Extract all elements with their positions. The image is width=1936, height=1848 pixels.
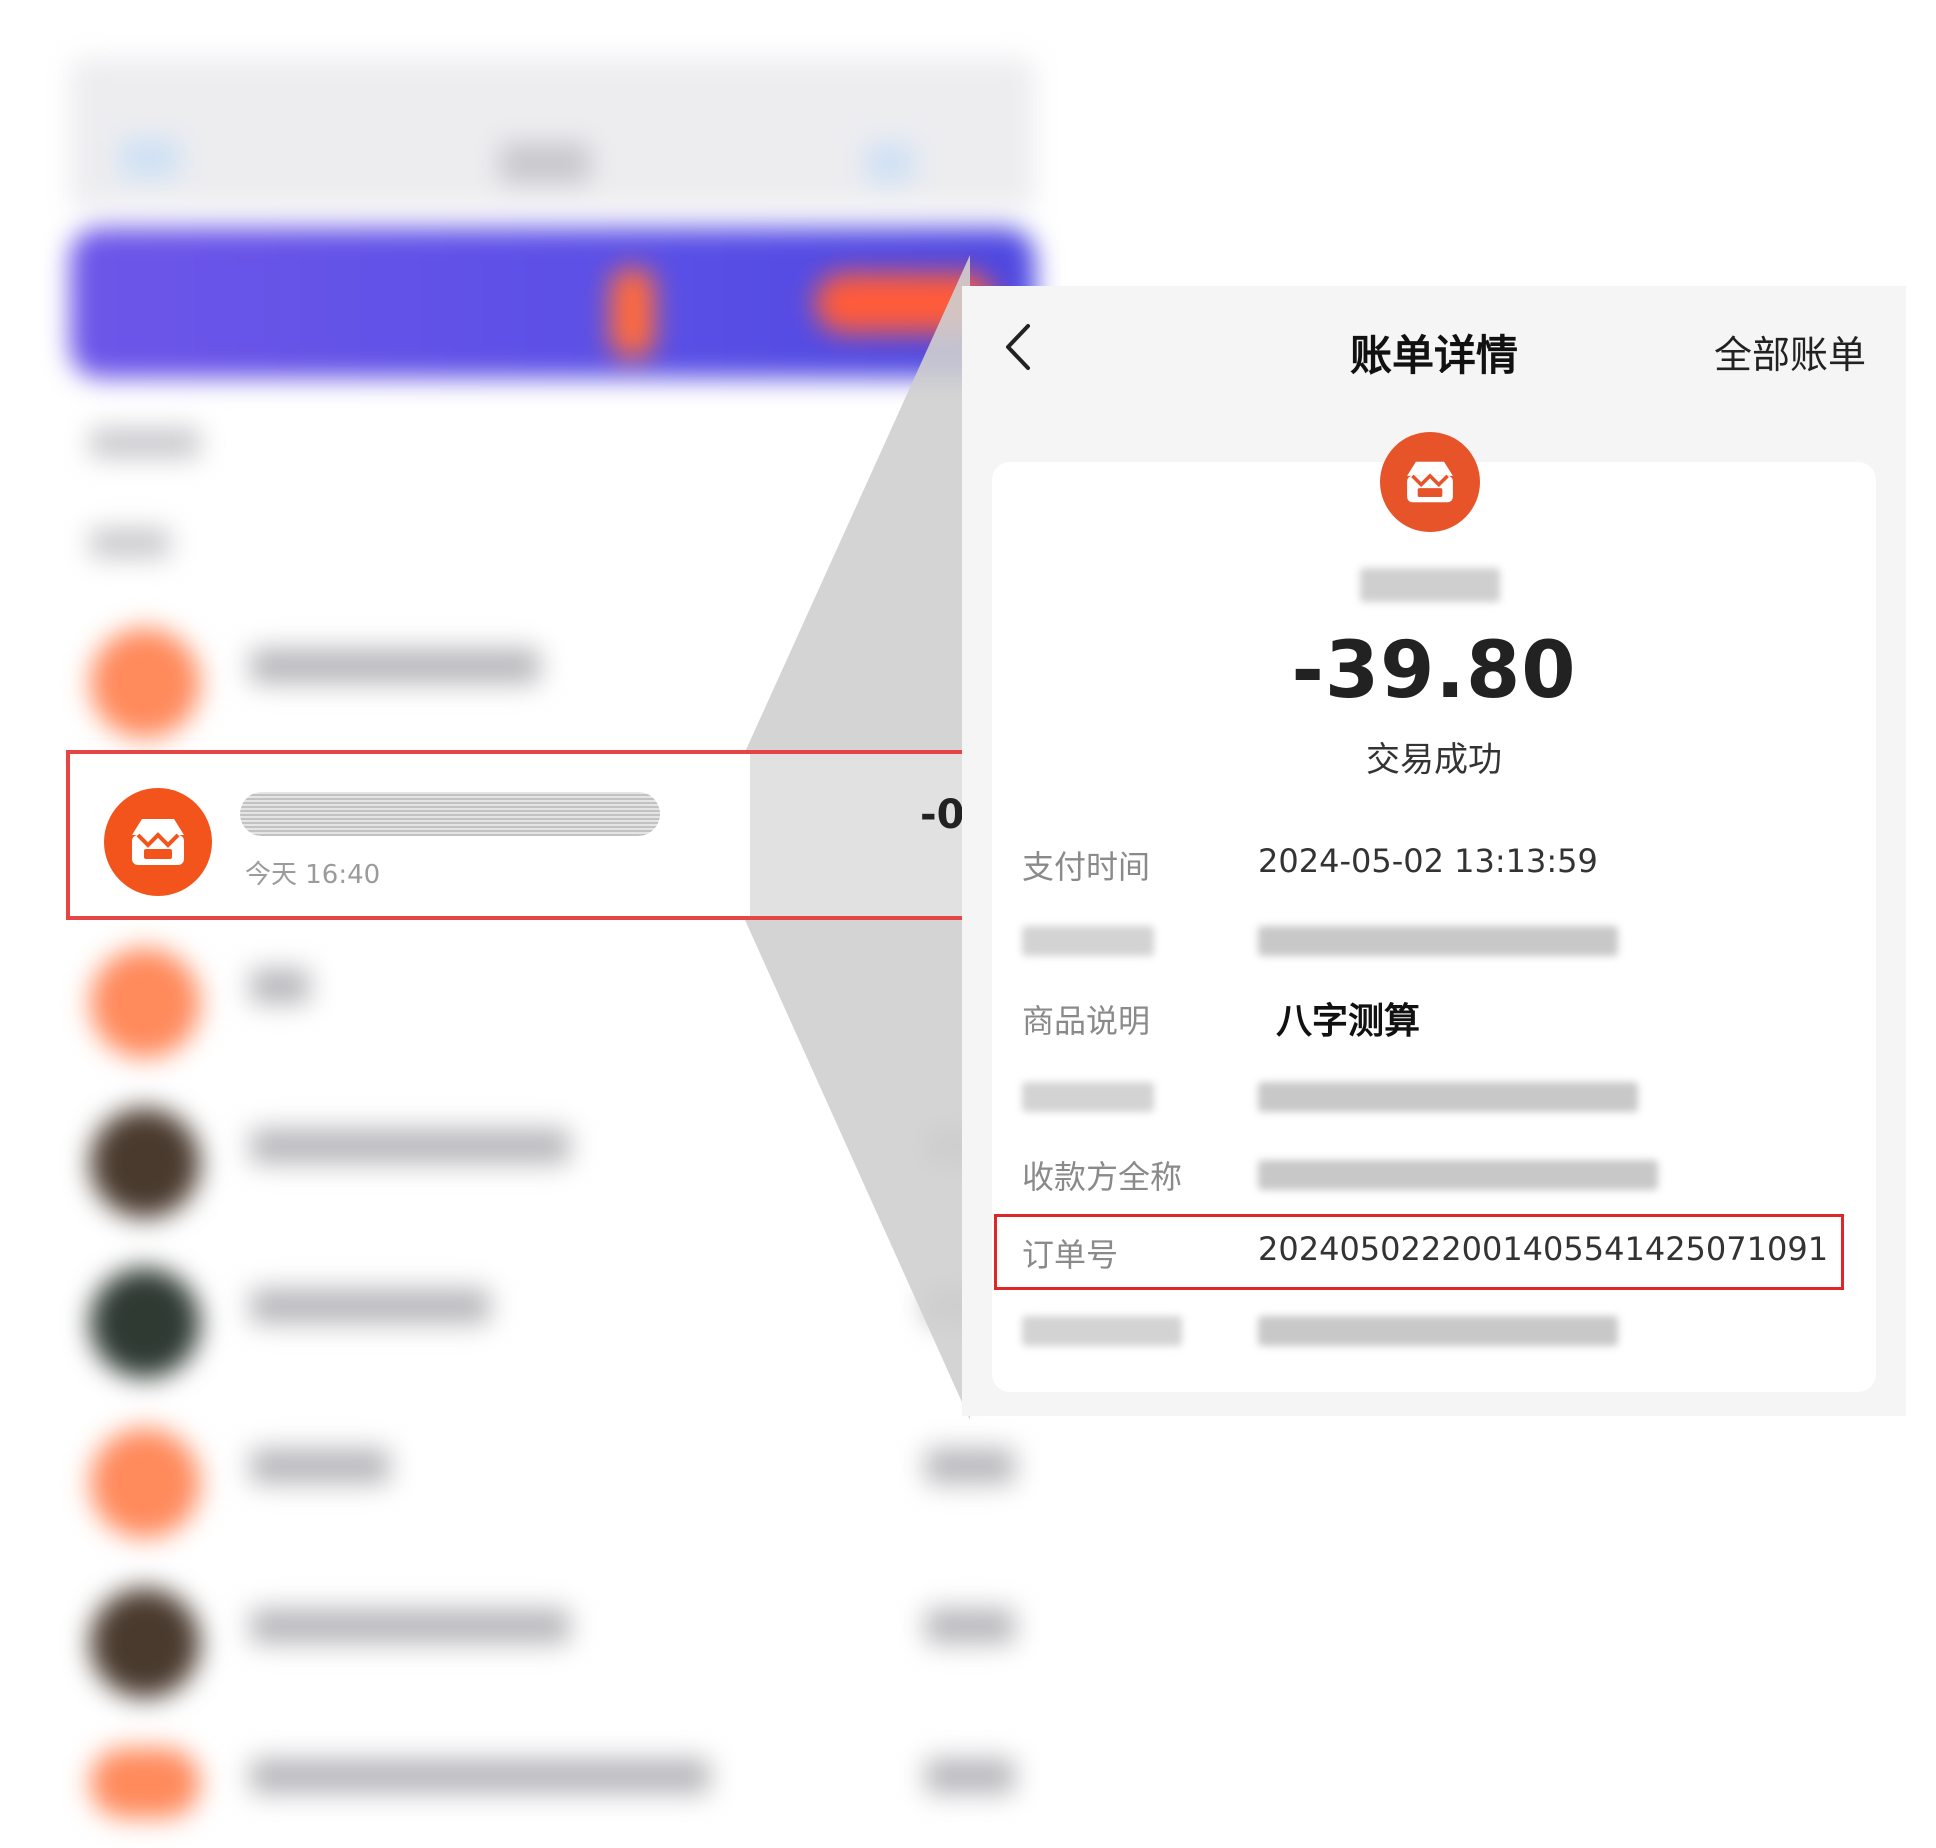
redacted-value [1258, 926, 1618, 956]
shop-icon [104, 788, 212, 896]
background-bill-list [70, 58, 1035, 1848]
background-top-bar [70, 58, 1035, 208]
order-value: 2024050222001405541425071091 [1258, 1230, 1829, 1268]
redacted-label [1022, 1082, 1154, 1112]
background-row-title [250, 1448, 390, 1484]
background-row-title [250, 1288, 490, 1324]
background-row-amount [925, 1608, 1015, 1644]
background-row-title [250, 968, 310, 1004]
detail-row-product: 商品说明 八字测算 [1022, 986, 1852, 1046]
background-section-label [90, 528, 170, 558]
background-avatar [90, 948, 200, 1058]
background-row-amount [925, 1448, 1015, 1484]
redacted-merchant-name [240, 792, 660, 836]
background-avatar [90, 1268, 200, 1378]
product-value: 八字测算 [1276, 1001, 1421, 1042]
redacted-merchant-name [1360, 568, 1500, 602]
bill-amount: -39.80 [1291, 626, 1577, 716]
product-label: 商品说明 [1022, 1002, 1151, 1040]
background-row-title [250, 1128, 570, 1164]
detail-row-payee: 收款方全称 [1022, 1142, 1852, 1202]
highlighted-transaction-row[interactable]: 今天 16:40 -0 [66, 750, 966, 920]
order-label: 订单号 [1022, 1236, 1119, 1274]
payee-label: 收款方全称 [1022, 1158, 1183, 1196]
detail-row-redacted [1022, 1298, 1852, 1358]
detail-row-redacted[interactable] [1022, 908, 1852, 968]
redacted-label [1022, 926, 1154, 956]
transaction-status: 交易成功 [1366, 740, 1502, 780]
transaction-time: 今天 16:40 [245, 860, 381, 890]
background-avatar [90, 1428, 200, 1538]
detail-row-pay-time: 支付时间 2024-05-02 13:13:59 [1022, 832, 1852, 892]
detail-row-redacted[interactable] [1022, 1064, 1852, 1124]
background-row-title [250, 1758, 710, 1794]
background-row-title [250, 648, 540, 684]
background-row-title [250, 1608, 570, 1644]
pay-time-label: 支付时间 [1022, 848, 1151, 886]
background-avatar [90, 628, 200, 738]
transaction-amount: -0 [920, 792, 965, 838]
redacted-label [1022, 1316, 1182, 1346]
merchant-shop-icon [1380, 432, 1480, 532]
redacted-value [1258, 1082, 1638, 1112]
background-avatar [90, 1748, 200, 1818]
background-avatar [90, 1108, 200, 1218]
all-bills-link[interactable]: 全部账单 [1714, 324, 1866, 379]
bill-detail-panel: 账单详情 全部账单 -39.80 交易成功 支付时间 2024-05-02 13… [962, 286, 1906, 1416]
redacted-value [1258, 1316, 1618, 1346]
redacted-payee-value [1258, 1160, 1658, 1190]
background-row-amount [925, 1758, 1015, 1794]
background-avatar [90, 1588, 200, 1698]
background-promo-banner [70, 228, 1035, 378]
detail-row-order: 订单号 2024050222001405541425071091 [1022, 1220, 1852, 1280]
background-month-label [90, 428, 200, 458]
pay-time-value: 2024-05-02 13:13:59 [1258, 842, 1598, 880]
